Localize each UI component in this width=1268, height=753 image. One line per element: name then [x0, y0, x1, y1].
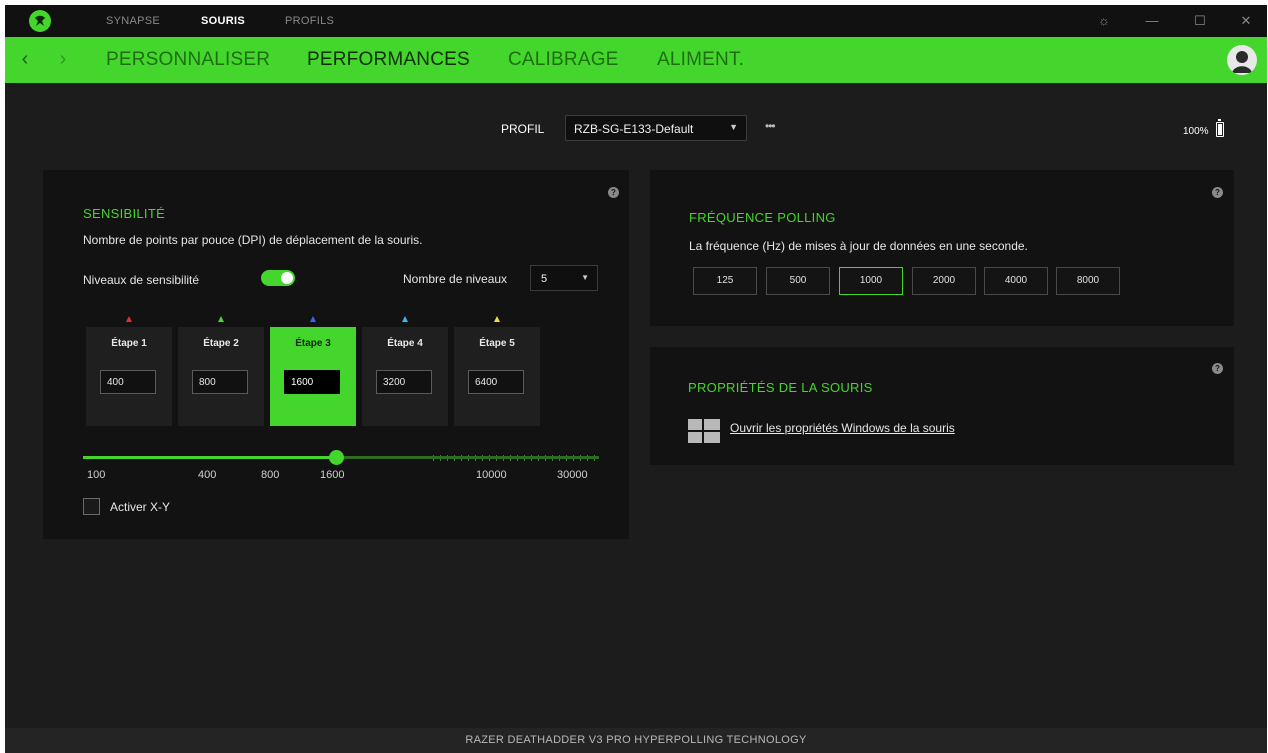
back-arrow-icon[interactable]: ‹ — [17, 49, 33, 69]
stage-4-card[interactable]: Étape 4 3200 — [362, 327, 448, 426]
chevron-down-icon: ▼ — [729, 122, 738, 132]
close-icon[interactable]: ✕ — [1237, 12, 1255, 30]
profile-label: PROFIL — [501, 122, 545, 136]
tab-profils[interactable]: PROFILS — [285, 15, 334, 27]
slider-scale-label: 800 — [261, 469, 280, 481]
mouse-properties-panel: ? PROPRIÉTÉS DE LA SOURIS Ouvrir les pro… — [650, 347, 1234, 465]
sensitivity-description: Nombre de points par pouce (DPI) de dépl… — [83, 233, 423, 247]
stage-5-card[interactable]: Étape 5 6400 — [454, 327, 540, 426]
nav-tab-performances[interactable]: PERFORMANCES — [307, 49, 470, 71]
levels-count-label: Nombre de niveaux — [403, 272, 508, 286]
enable-xy-checkbox[interactable] — [83, 498, 100, 515]
slider-scale-label: 1600 — [320, 469, 345, 481]
nav-tab-calibrage[interactable]: CALIBRAGE — [508, 49, 619, 71]
stage-label: Étape 3 — [295, 338, 331, 349]
stage-dpi-input[interactable]: 1600 — [284, 370, 340, 394]
synapse-window: SYNAPSE SOURIS PROFILS ☼ — ☐ ✕ ‹ › PERSO… — [5, 5, 1267, 753]
razer-logo-icon — [29, 10, 51, 32]
stage-label: Étape 1 — [111, 338, 147, 349]
section-nav: ‹ › PERSONNALISER PERFORMANCES CALIBRAGE… — [5, 37, 1267, 83]
open-windows-mouse-properties-link[interactable]: Ouvrir les propriétés Windows de la sour… — [730, 421, 955, 435]
dpi-slider-fill — [83, 456, 336, 459]
stage-3-indicator — [310, 316, 316, 322]
nav-tab-personnaliser[interactable]: PERSONNALISER — [106, 49, 270, 71]
settings-icon[interactable]: ☼ — [1095, 12, 1113, 30]
stage-label: Étape 5 — [479, 338, 515, 349]
stage-dpi-input[interactable]: 400 — [100, 370, 156, 394]
windows-logo-icon — [688, 419, 720, 445]
enable-xy-label: Activer X-Y — [110, 500, 171, 514]
sensitivity-panel: ? SENSIBILITÉ Nombre de points par pouce… — [43, 170, 629, 539]
sensitivity-levels-toggle[interactable] — [261, 270, 295, 286]
battery-level: 100% — [1183, 126, 1209, 137]
slider-scale-label: 100 — [87, 469, 106, 481]
tab-synapse[interactable]: SYNAPSE — [106, 15, 160, 27]
stage-5-indicator — [494, 316, 500, 322]
stage-dpi-input[interactable]: 3200 — [376, 370, 432, 394]
dpi-slider[interactable] — [83, 450, 599, 465]
sensitivity-title: SENSIBILITÉ — [83, 206, 166, 221]
profile-dropdown[interactable]: RZB-SG-E133-Default ▼ — [565, 115, 747, 141]
stage-1-card[interactable]: Étape 1 400 — [86, 327, 172, 426]
nav-tab-aliment[interactable]: ALIMENT. — [657, 49, 744, 71]
chevron-down-icon: ▼ — [581, 273, 589, 282]
user-avatar[interactable] — [1227, 45, 1257, 75]
polling-option-8000[interactable]: 8000 — [1056, 267, 1120, 295]
title-bar: SYNAPSE SOURIS PROFILS ☼ — ☐ ✕ — [5, 5, 1267, 37]
polling-title: FRÉQUENCE POLLING — [689, 210, 836, 225]
forward-arrow-icon[interactable]: › — [55, 49, 71, 69]
mouse-properties-title: PROPRIÉTÉS DE LA SOURIS — [688, 380, 873, 395]
stage-2-card[interactable]: Étape 2 800 — [178, 327, 264, 426]
help-icon[interactable]: ? — [1212, 363, 1223, 374]
device-footer: RAZER DEATHADDER V3 PRO HYPERPOLLING TEC… — [5, 728, 1267, 753]
more-options-button[interactable]: ••• — [765, 119, 776, 133]
levels-count-dropdown[interactable]: 5 ▼ — [530, 265, 598, 291]
maximize-icon[interactable]: ☐ — [1191, 12, 1209, 30]
stage-dpi-input[interactable]: 800 — [192, 370, 248, 394]
tab-souris[interactable]: SOURIS — [201, 15, 245, 27]
minimize-icon[interactable]: — — [1143, 12, 1161, 30]
slider-scale-label: 400 — [198, 469, 217, 481]
levels-count-value: 5 — [541, 273, 548, 285]
polling-description: La fréquence (Hz) de mises à jour de don… — [689, 239, 1028, 253]
polling-option-125[interactable]: 125 — [693, 267, 757, 295]
stage-label: Étape 4 — [387, 338, 423, 349]
sensitivity-levels-label: Niveaux de sensibilité — [83, 273, 200, 287]
stage-label: Étape 2 — [203, 338, 239, 349]
stage-4-indicator — [402, 316, 408, 322]
profile-value: RZB-SG-E133-Default — [574, 122, 694, 136]
slider-scale-label: 10000 — [476, 469, 507, 481]
stage-2-indicator — [218, 316, 224, 322]
polling-panel: ? FRÉQUENCE POLLING La fréquence (Hz) de… — [650, 170, 1234, 326]
stage-1-indicator — [126, 316, 132, 322]
battery-icon — [1216, 119, 1224, 137]
polling-option-4000[interactable]: 4000 — [984, 267, 1048, 295]
polling-option-2000[interactable]: 2000 — [912, 267, 976, 295]
stage-3-card[interactable]: Étape 3 1600 — [270, 327, 356, 426]
polling-option-1000[interactable]: 1000 — [839, 267, 903, 295]
help-icon[interactable]: ? — [1212, 187, 1223, 198]
stage-dpi-input[interactable]: 6400 — [468, 370, 524, 394]
slider-scale-label: 30000 — [557, 469, 588, 481]
help-icon[interactable]: ? — [608, 187, 619, 198]
dpi-slider-thumb[interactable] — [329, 450, 344, 465]
polling-option-500[interactable]: 500 — [766, 267, 830, 295]
